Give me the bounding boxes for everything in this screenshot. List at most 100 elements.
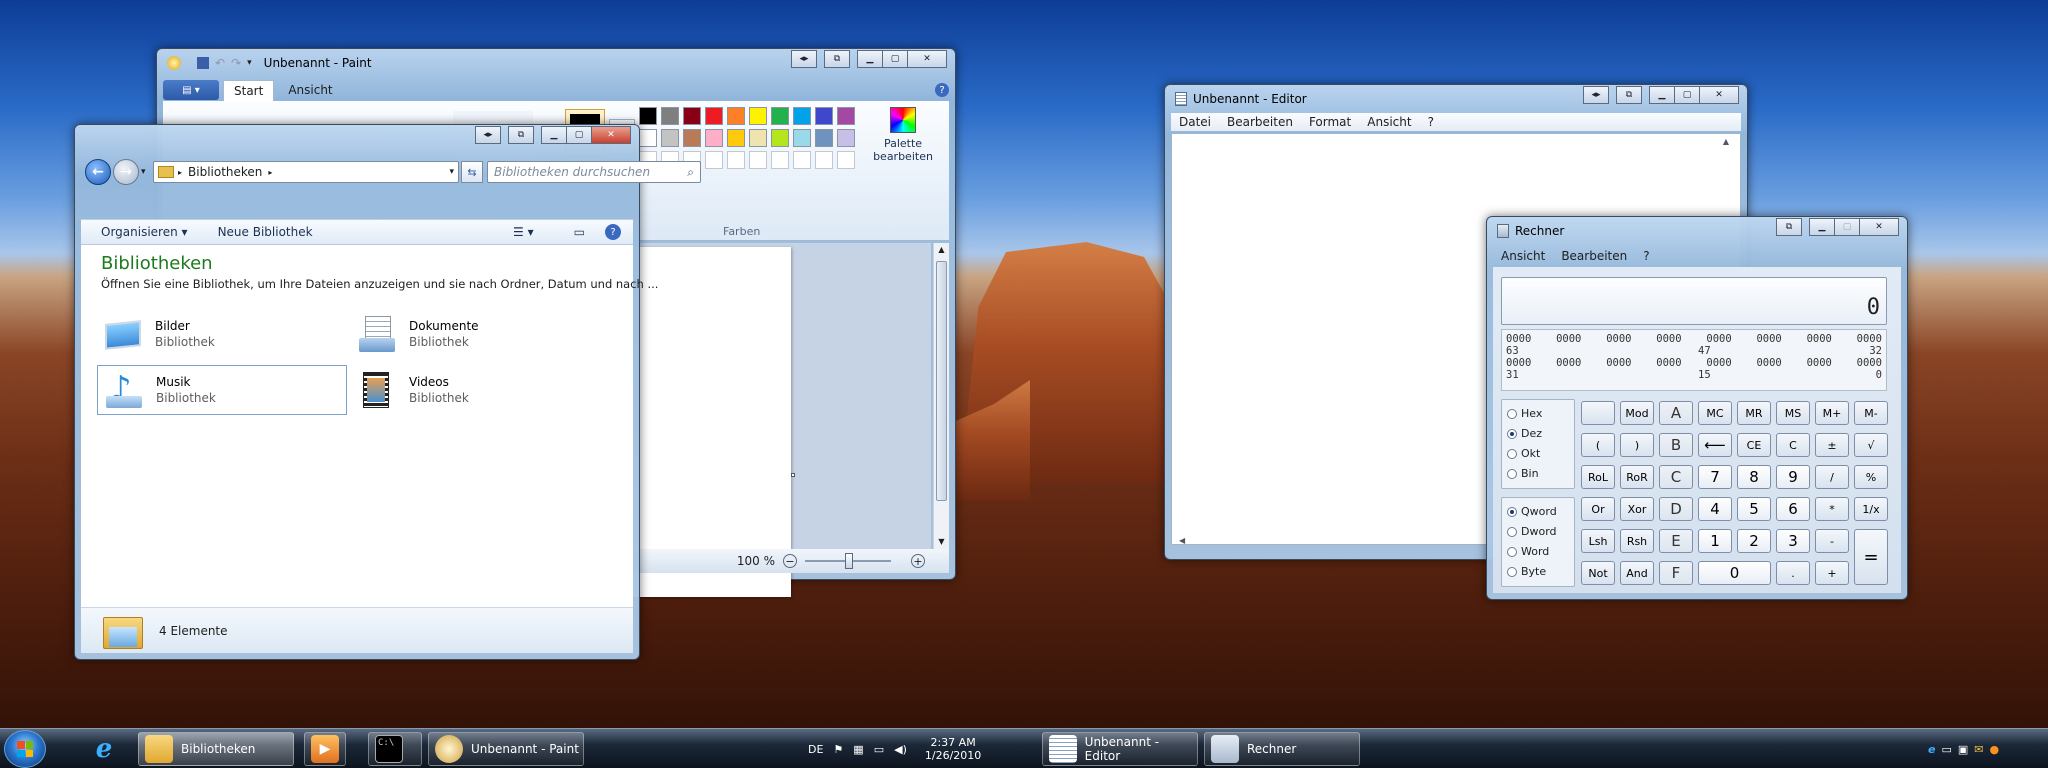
calc-or-button[interactable]: Or xyxy=(1581,497,1615,521)
calc-hex-c-button[interactable]: C xyxy=(1659,465,1693,489)
paint-maximize-button[interactable]: ▢ xyxy=(882,50,908,68)
calc-9-button[interactable]: 9 xyxy=(1776,465,1810,489)
calc-a-button[interactable]: A xyxy=(1659,401,1693,425)
ie-pinned-button[interactable]: e xyxy=(84,733,124,765)
menu-bearbeiten[interactable]: Bearbeiten xyxy=(1227,115,1293,129)
calc-rpar-button[interactable]: ) xyxy=(1620,433,1654,457)
monitor-tray-icon[interactable]: ▭ xyxy=(1941,743,1951,756)
editor-maximize-button[interactable]: ▢ xyxy=(1674,86,1700,104)
menu-ansicht[interactable]: Ansicht xyxy=(1367,115,1411,129)
scroll-up-icon[interactable]: ▲ xyxy=(934,243,949,257)
calc-rol-button[interactable]: RoL xyxy=(1581,465,1615,489)
remote-tray-icon[interactable]: ▣ xyxy=(1958,743,1968,756)
language-indicator[interactable]: DE xyxy=(808,743,823,756)
calc-b-button[interactable]: B xyxy=(1659,433,1693,457)
editor-close-button[interactable]: ✕ xyxy=(1699,86,1739,104)
taskbar-cmd[interactable]: C:\ xyxy=(368,732,422,766)
calc-ror-button[interactable]: RoR xyxy=(1620,465,1654,489)
color-swatch[interactable] xyxy=(639,107,657,125)
paint-close-button[interactable]: ✕ xyxy=(907,50,947,68)
calc-mc-button[interactable]: MC xyxy=(1698,401,1732,425)
taskbar-editor[interactable]: Unbenannt - Editor xyxy=(1042,732,1198,766)
radio-bin[interactable]: Bin xyxy=(1507,467,1539,480)
menu-help[interactable]: ? xyxy=(1428,115,1434,129)
calc-7-button[interactable]: 7 xyxy=(1698,465,1732,489)
calc-backspace-button[interactable]: ⟵ xyxy=(1698,433,1732,457)
color-swatch[interactable] xyxy=(727,129,745,147)
tab-ansicht[interactable]: Ansicht xyxy=(278,80,342,100)
color-swatch[interactable] xyxy=(683,129,701,147)
calc-6-button[interactable]: 6 xyxy=(1776,497,1810,521)
paint-restore-icon[interactable]: ⧉ xyxy=(824,50,850,68)
color-swatch[interactable] xyxy=(837,107,855,125)
volume-icon[interactable]: ◀) xyxy=(894,743,907,756)
organize-button[interactable]: Organisieren ▾ xyxy=(101,225,188,239)
power-icon[interactable]: ▭ xyxy=(874,743,884,756)
preview-pane-icon[interactable]: ▭ xyxy=(574,225,585,239)
address-bar[interactable]: ▸ Bibliotheken ▸ ▾ xyxy=(153,161,459,183)
calc-divide-button[interactable]: / xyxy=(1815,465,1849,489)
calc-plusminus-button[interactable]: ± xyxy=(1815,433,1849,457)
taskbar-paint[interactable]: Unbenannt - Paint xyxy=(428,732,584,766)
paint-minimize-button[interactable]: ▁ xyxy=(857,50,883,68)
library-bilder[interactable]: Bilder Bibliothek xyxy=(97,309,347,359)
calc-decimal-button[interactable]: . xyxy=(1776,561,1810,585)
calc-mplus-button[interactable]: M+ xyxy=(1815,401,1849,425)
ie-tray-icon[interactable]: e xyxy=(1928,743,1935,756)
color-swatch[interactable] xyxy=(815,107,833,125)
calc-2-button[interactable]: 2 xyxy=(1737,529,1771,553)
paint-vertical-scrollbar[interactable]: ▲ ▼ xyxy=(933,243,949,549)
color-swatch[interactable] xyxy=(749,129,767,147)
calc-8-button[interactable]: 8 xyxy=(1737,465,1771,489)
editor-restore-icon[interactable]: ⧉ xyxy=(1616,86,1642,104)
paint-file-menu-button[interactable]: ▤ ▾ xyxy=(163,80,219,100)
search-input[interactable]: Bibliotheken durchsuchen ⌕ xyxy=(487,161,701,183)
editor-scroll-left-icon[interactable]: ◀ xyxy=(1179,536,1185,545)
scroll-thumb[interactable] xyxy=(936,261,947,501)
recent-pages-dropdown-icon[interactable]: ▾ xyxy=(141,167,146,177)
color-swatch[interactable] xyxy=(771,129,789,147)
taskbar-rechner[interactable]: Rechner xyxy=(1204,732,1360,766)
calc-and-button[interactable]: And xyxy=(1620,561,1654,585)
forward-button[interactable]: → xyxy=(113,159,139,185)
scroll-down-icon[interactable]: ▼ xyxy=(934,535,949,549)
calc-lpar-button[interactable]: ( xyxy=(1581,433,1615,457)
zoom-out-icon[interactable]: − xyxy=(783,554,797,568)
tab-start[interactable]: Start xyxy=(223,79,275,101)
radio-qword[interactable]: Qword xyxy=(1507,505,1557,518)
color-swatch[interactable] xyxy=(661,129,679,147)
search-icon[interactable]: ⌕ xyxy=(687,165,694,180)
breadcrumb-chevron-icon[interactable]: ▸ xyxy=(268,168,272,177)
color-swatch[interactable] xyxy=(727,151,745,169)
calculator-minimize-button[interactable]: ▁ xyxy=(1809,218,1835,236)
calc-c-button[interactable]: C xyxy=(1776,433,1810,457)
radio-dez[interactable]: Dez xyxy=(1507,427,1542,440)
calc-xor-button[interactable]: Xor xyxy=(1620,497,1654,521)
zoom-in-icon[interactable]: + xyxy=(911,554,925,568)
color-swatch[interactable] xyxy=(727,107,745,125)
calc-ms-button[interactable]: MS xyxy=(1776,401,1810,425)
radio-okt[interactable]: Okt xyxy=(1507,447,1540,460)
color-swatch[interactable] xyxy=(793,107,811,125)
color-swatch[interactable] xyxy=(793,129,811,147)
color-swatch[interactable] xyxy=(705,151,723,169)
calc-3-button[interactable]: 3 xyxy=(1776,529,1810,553)
calc-mminus-button[interactable]: M- xyxy=(1854,401,1888,425)
radio-byte[interactable]: Byte xyxy=(1507,565,1546,578)
action-center-flag-icon[interactable]: ⚑ xyxy=(833,743,843,756)
zoom-slider[interactable] xyxy=(805,553,891,569)
editor-scroll-up-icon[interactable]: ▲ xyxy=(1723,137,1729,146)
explorer-snap-icon[interactable]: ◂▸ xyxy=(475,126,501,144)
calc-add-button[interactable]: + xyxy=(1815,561,1849,585)
calc-mr-button[interactable]: MR xyxy=(1737,401,1771,425)
edit-palette-button[interactable]: Palette bearbeiten xyxy=(873,107,933,179)
explorer-maximize-button[interactable]: ▢ xyxy=(566,126,592,144)
calc-rsh-button[interactable]: Rsh xyxy=(1620,529,1654,553)
start-button[interactable] xyxy=(4,730,46,768)
explorer-minimize-button[interactable]: ▁ xyxy=(541,126,567,144)
zoom-slider-thumb[interactable] xyxy=(845,553,853,569)
calc-subtract-button[interactable]: - xyxy=(1815,529,1849,553)
calc-equals-button[interactable]: = xyxy=(1854,529,1888,585)
library-videos[interactable]: Videos Bibliothek xyxy=(351,365,601,415)
calc-e-button[interactable]: E xyxy=(1659,529,1693,553)
